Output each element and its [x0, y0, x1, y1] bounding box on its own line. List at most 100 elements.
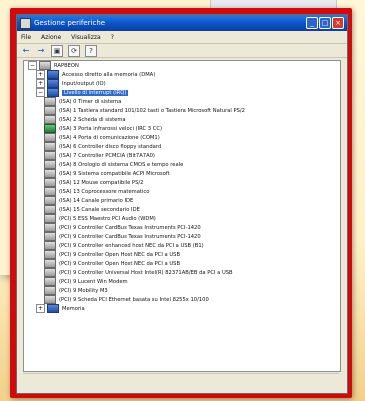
irq-label: (ISA) 12 Mouse compatibile PS/2	[59, 179, 144, 186]
device-icon	[44, 196, 56, 205]
titlebar: Gestione periferiche _ □ ×	[17, 15, 347, 31]
tree-item-label: Livello di interrupt (IRQ)	[62, 89, 129, 96]
irq-row[interactable]: (PCI) 9 Controller CardBus Texas Instrum…	[24, 223, 340, 232]
device-icon	[44, 295, 56, 304]
forward-button[interactable]: →	[36, 46, 46, 56]
menu-visualizza[interactable]: Visualizza	[71, 34, 101, 41]
device-icon	[44, 223, 56, 232]
close-button[interactable]: ×	[332, 17, 344, 29]
toolbar-button-2[interactable]: ⟳	[68, 44, 80, 57]
irq-label: (ISA) 13 Coprocessore matematico	[59, 188, 150, 195]
device-icon	[44, 106, 56, 115]
expand-icon[interactable]: +	[36, 304, 45, 313]
irq-row[interactable]: (ISA) 9 Sistema compatibile ACPI Microso…	[24, 169, 340, 178]
resource-icon	[47, 70, 59, 79]
expand-icon[interactable]: +	[36, 79, 45, 88]
irq-row[interactable]: (PCI) 9 Scheda PCI Ethernet basata su In…	[24, 295, 340, 304]
irq-label: (PCI) 9 Lucent Win Modem	[59, 278, 128, 285]
toolbar-button-3[interactable]: ?	[85, 44, 97, 57]
status-bar	[23, 373, 339, 386]
toolbar: ← → ▣ ⟳ ?	[17, 44, 347, 58]
tree-item[interactable]: + Input/output (IO)	[24, 79, 340, 88]
irq-row[interactable]: (ISA) 7 Controller PCMCIA (Bit7A7A0)	[24, 151, 340, 160]
irq-label: (ISA) 15 Canale secondario IDE	[59, 206, 140, 213]
irq-row[interactable]: (PCI) 9 Mobility M3	[24, 286, 340, 295]
irq-row[interactable]: (PCI) 9 Controller Open Host NEC da PCI …	[24, 250, 340, 259]
device-icon	[44, 169, 56, 178]
back-button[interactable]: ←	[21, 46, 31, 56]
tree-root-label: RAPBEON	[54, 62, 79, 69]
device-icon	[44, 286, 56, 295]
device-icon	[44, 151, 56, 160]
device-icon	[44, 160, 56, 169]
irq-label: (ISA) 0 Timer di sistema	[59, 98, 122, 105]
irq-row[interactable]: (ISA) 1 Tastiera standard 101/102 tasti …	[24, 106, 340, 115]
menu-help[interactable]: ?	[111, 34, 114, 41]
tree-root-row[interactable]: − RAPBEON	[24, 61, 340, 70]
irq-row[interactable]: (ISA) 13 Coprocessore matematico	[24, 187, 340, 196]
irq-row[interactable]: (ISA) 14 Canale primario IDE	[24, 196, 340, 205]
menubar: File Azione Visualizza ?	[17, 31, 347, 44]
irq-row[interactable]: (ISA) 3 Porta infrarossi veloci (IRC 3 C…	[24, 124, 340, 133]
device-tree[interactable]: − RAPBEON + Accesso diretto alla memoria…	[23, 60, 341, 372]
irq-row[interactable]: (ISA) 0 Timer di sistema	[24, 97, 340, 106]
irq-row[interactable]: (PCI) 9 Controller Universal Host Intel(…	[24, 268, 340, 277]
computer-icon	[39, 61, 51, 70]
device-icon	[44, 178, 56, 187]
device-icon	[44, 187, 56, 196]
device-icon	[44, 133, 56, 142]
irq-label: (ISA) 14 Canale primario IDE	[59, 197, 134, 204]
irq-label: (ISA) 2 Scheda di sistema	[59, 116, 126, 123]
minimize-button[interactable]: _	[306, 17, 318, 29]
device-icon	[44, 250, 56, 259]
irq-label: (PCI) 9 Controller CardBus Texas Instrum…	[59, 224, 201, 231]
menu-file[interactable]: File	[21, 34, 31, 41]
irq-row[interactable]: (PCI) 9 Controller CardBus Texas Instrum…	[24, 232, 340, 241]
resource-icon	[47, 79, 59, 88]
irq-row[interactable]: (PCI) 9 Controller enhanced host NEC da …	[24, 241, 340, 250]
maximize-button[interactable]: □	[319, 17, 331, 29]
irq-row[interactable]: (ISA) 8 Orologio di sistema CMOS e tempo…	[24, 160, 340, 169]
device-icon	[44, 205, 56, 214]
irq-label: (ISA) 7 Controller PCMCIA (Bit7A7A0)	[59, 152, 155, 159]
irq-label: (ISA) 8 Orologio di sistema CMOS e tempo…	[59, 161, 184, 168]
device-icon	[44, 97, 56, 106]
irq-row[interactable]: (ISA) 12 Mouse compatibile PS/2	[24, 178, 340, 187]
tree-item[interactable]: + Memoria	[24, 304, 340, 313]
device-icon	[44, 142, 56, 151]
irq-row[interactable]: (ISA) 15 Canale secondario IDE	[24, 205, 340, 214]
resource-icon	[47, 88, 59, 97]
device-icon	[44, 115, 56, 124]
tree-item-label: Accesso diretto alla memoria (DMA)	[62, 71, 156, 78]
irq-label: (PCI) 9 Controller CardBus Texas Instrum…	[59, 233, 201, 240]
toolbar-button-1[interactable]: ▣	[51, 44, 63, 57]
irq-label: (PCI) 9 Scheda PCI Ethernet basata su In…	[59, 296, 209, 303]
device-icon	[44, 232, 56, 241]
tree-item[interactable]: + Accesso diretto alla memoria (DMA)	[24, 70, 340, 79]
menu-azione[interactable]: Azione	[41, 34, 61, 41]
irq-row[interactable]: (PCI) 9 Controller Open Host NEC da PCI …	[24, 259, 340, 268]
tree-item-label: Memoria	[62, 305, 85, 312]
irq-label: (PCI) 9 Controller enhanced host NEC da …	[59, 242, 204, 249]
device-icon	[44, 277, 56, 286]
irq-row[interactable]: (ISA) 2 Scheda di sistema	[24, 115, 340, 124]
irq-row[interactable]: (ISA) 6 Controller disco floppy standard	[24, 142, 340, 151]
irq-row[interactable]: (ISA) 4 Porta di comunicazione (COM1)	[24, 133, 340, 142]
irq-row[interactable]: (PCI) 9 Lucent Win Modem	[24, 277, 340, 286]
collapse-icon[interactable]: −	[28, 61, 37, 70]
irq-label: (PCI) 9 Controller Universal Host Intel(…	[59, 269, 233, 276]
irq-row[interactable]: (PCI) 5 ESS Maestro PCI Audio (WDM)	[24, 214, 340, 223]
collapse-icon[interactable]: −	[36, 88, 45, 97]
tree-item-selected[interactable]: − Livello di interrupt (IRQ)	[24, 88, 340, 97]
irq-label: (PCI) 9 Mobility M3	[59, 287, 108, 294]
app-icon	[20, 17, 31, 29]
irq-label: (PCI) 9 Controller Open Host NEC da PCI …	[59, 260, 181, 267]
device-icon	[44, 124, 56, 133]
memory-icon	[47, 304, 59, 313]
device-icon	[44, 268, 56, 277]
expand-icon[interactable]: +	[36, 70, 45, 79]
irq-label: (PCI) 5 ESS Maestro PCI Audio (WDM)	[59, 215, 156, 222]
tree-item-label: Input/output (IO)	[62, 80, 106, 87]
irq-label: (ISA) 1 Tastiera standard 101/102 tasti …	[59, 107, 245, 114]
irq-label: (ISA) 6 Controller disco floppy standard	[59, 143, 162, 150]
